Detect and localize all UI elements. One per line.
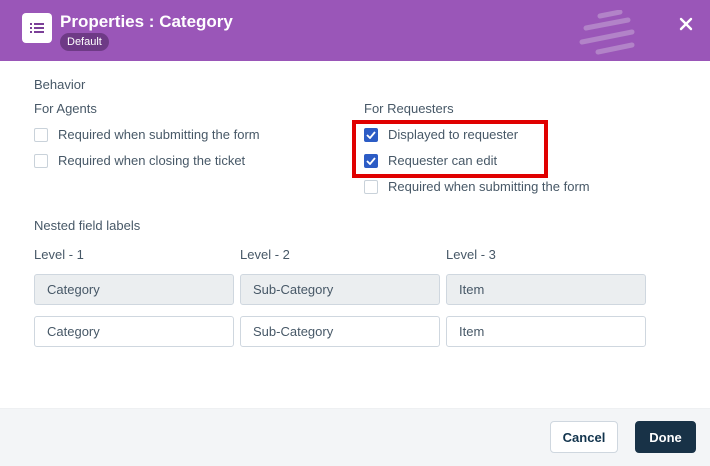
default-badge: Default — [60, 33, 109, 51]
decorative-lines-icon — [579, 10, 635, 55]
requester-level-1-input[interactable] — [34, 316, 234, 347]
for-requesters-title: For Requesters — [364, 101, 454, 116]
checkbox-label: Required when closing the ticket — [58, 153, 246, 168]
checkbox[interactable] — [34, 153, 48, 168]
done-button[interactable]: Done — [635, 421, 696, 453]
modal-header: Properties : Category Default — [0, 0, 710, 61]
agent-required-submitting[interactable]: Required when submitting the form — [34, 127, 260, 142]
for-agents-title: For Agents — [34, 101, 97, 116]
checkbox-label: Required when submitting the form — [58, 127, 260, 142]
cancel-button[interactable]: Cancel — [550, 421, 618, 453]
modal-title: Properties : Category — [60, 12, 233, 31]
requester-level-2-input[interactable] — [240, 316, 440, 347]
agent-required-closing[interactable]: Required when closing the ticket — [34, 153, 245, 168]
properties-modal: Properties : Category Default Behavior F… — [0, 0, 710, 466]
modal-body: Behavior For Agents Required when submit… — [0, 61, 710, 408]
list-icon — [22, 13, 52, 43]
modal-footer: Cancel Done — [0, 408, 710, 466]
checkbox[interactable] — [364, 179, 378, 194]
level-3-label: Level - 3 — [446, 247, 496, 262]
behavior-title: Behavior — [34, 77, 86, 92]
highlight-annotation — [352, 120, 548, 178]
nested-field-labels-title: Nested field labels — [34, 218, 141, 233]
checkbox-label: Required when submitting the form — [388, 179, 590, 194]
level-1-label: Level - 1 — [34, 247, 84, 262]
agent-level-2-input — [240, 274, 440, 305]
requester-level-3-input[interactable] — [446, 316, 646, 347]
agent-level-3-input — [446, 274, 646, 305]
close-icon[interactable] — [676, 14, 696, 34]
requester-required-submitting[interactable]: Required when submitting the form — [364, 179, 590, 194]
agent-level-1-input — [34, 274, 234, 305]
level-2-label: Level - 2 — [240, 247, 290, 262]
checkbox[interactable] — [34, 127, 48, 142]
